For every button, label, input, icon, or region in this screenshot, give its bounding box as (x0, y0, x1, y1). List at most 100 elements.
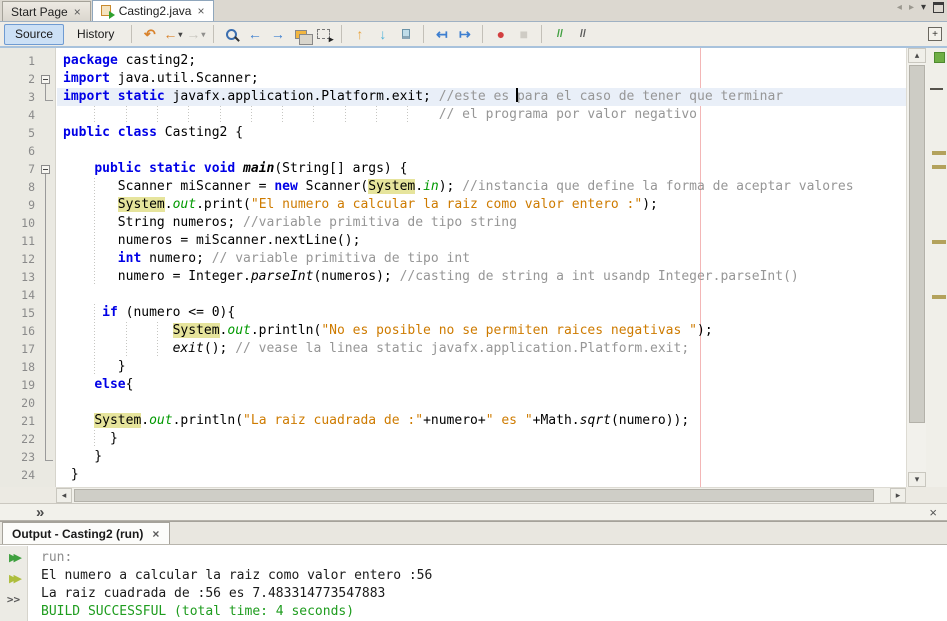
fold-line (45, 304, 46, 322)
line-number: 18 (21, 358, 35, 376)
stop-macro-recording-icon[interactable]: ■ (513, 24, 534, 45)
line-number: 4 (28, 106, 35, 124)
output-tab[interactable]: Output - Casting2 (run) × (2, 522, 170, 544)
find-selection-icon[interactable] (221, 24, 242, 45)
maximize-window-icon[interactable] (933, 2, 944, 13)
code-line-6[interactable] (57, 142, 906, 160)
comment-icon-glyph: // (557, 28, 563, 40)
toggle-highlight-search-icon[interactable] (290, 24, 311, 45)
code-token: public (63, 125, 110, 140)
tab-close-icon[interactable]: × (196, 6, 205, 16)
forward-icon[interactable]: →▾ (185, 24, 206, 45)
scroll-tabs-left-icon[interactable]: ◂ (897, 2, 902, 13)
rerun-icon[interactable]: ▶▶ (4, 550, 24, 565)
uncomment-icon[interactable]: // (572, 24, 593, 45)
scroll-left-icon[interactable]: ◂ (56, 488, 72, 503)
code-line-21[interactable]: System.out.println("La raiz cuadrada de … (57, 412, 906, 430)
code-line-20[interactable] (57, 394, 906, 412)
code-line-11[interactable]: numeros = miScanner.nextLine(); (57, 232, 906, 250)
code-line-9[interactable]: System.out.print("El numero a calcular l… (57, 196, 906, 214)
dropdown-arrow-icon[interactable]: ▾ (201, 30, 205, 39)
tab-list-dropdown-icon[interactable]: ▾ (921, 2, 926, 13)
code-token (63, 413, 94, 428)
previous-bookmark-icon[interactable]: ↑ (349, 24, 370, 45)
code-line-16[interactable]: System.out.println("No es posible no se … (57, 322, 906, 340)
horizontal-scrollbar[interactable]: ◂ ▸ (56, 487, 906, 503)
gutter-row-16: 16 (0, 322, 55, 340)
code-line-23[interactable]: } (57, 448, 906, 466)
vertical-scrollbar-thumb[interactable] (909, 65, 925, 423)
code-line-5[interactable]: public class Casting2 { (57, 124, 906, 142)
line-number: 13 (21, 268, 35, 286)
indent-guide (157, 340, 158, 358)
back-icon[interactable]: ←▾ (162, 24, 183, 45)
scroll-down-icon[interactable]: ▾ (908, 472, 926, 487)
code-token: { (126, 377, 134, 392)
breadcrumb-chevron-icon: » (36, 504, 44, 521)
code-token: void (204, 161, 235, 176)
source-view-button[interactable]: Source (4, 24, 64, 45)
code-line-3[interactable]: import static javafx.application.Platfor… (57, 88, 906, 106)
toolbar-window-icon[interactable]: + (928, 27, 942, 41)
code-line-14[interactable] (57, 286, 906, 304)
error-stripe[interactable] (926, 48, 947, 487)
code-line-1[interactable]: package casting2; (57, 52, 906, 70)
input-prompt-icon[interactable]: >> (4, 592, 24, 607)
breadcrumb-close-icon[interactable]: × (929, 504, 937, 521)
rectangular-selection-icon[interactable] (313, 24, 334, 45)
output-window: Output - Casting2 (run) × ▶▶ ▶▶ >> run:El … (0, 521, 947, 621)
code-line-15[interactable]: if (numero <= 0){ (57, 304, 906, 322)
fold-collapse-icon[interactable] (41, 75, 50, 84)
toggle-bookmark-icon[interactable] (395, 24, 416, 45)
code-token: numero = Integer. (63, 269, 251, 284)
code-token: } (63, 467, 79, 482)
code-line-12[interactable]: int numero; // variable primitiva de tip… (57, 250, 906, 268)
code-line-10[interactable]: String numeros; //variable primitiva de … (57, 214, 906, 232)
fold-collapse-icon[interactable] (41, 165, 50, 174)
find-next-occurrence-icon[interactable]: → (267, 24, 288, 45)
code-line-13[interactable]: numero = Integer.parseInt(numeros); //ca… (57, 268, 906, 286)
code-token (63, 197, 118, 212)
indent-guide (313, 106, 314, 124)
code-line-24[interactable]: } (57, 466, 906, 484)
code-line-17[interactable]: exit(); // vease la linea static javafx.… (57, 340, 906, 358)
shift-line-left-icon[interactable]: ↤ (431, 24, 452, 45)
scroll-right-icon[interactable]: ▸ (890, 488, 906, 503)
start-macro-recording-icon[interactable]: ● (490, 24, 511, 45)
rerun-icon-glyph: ▶▶ (9, 551, 18, 564)
line-number-gutter[interactable]: 123456789101112131415161718192021222324 (0, 48, 56, 487)
tab-close-icon[interactable]: × (73, 7, 82, 17)
jump-last-edit-icon[interactable]: ↶ (139, 24, 160, 45)
gutter-row-21: 21 (0, 412, 55, 430)
code-line-4[interactable]: // el programa por valor negativo (57, 106, 906, 124)
scroll-up-icon[interactable]: ▴ (908, 48, 926, 63)
code-text-area[interactable]: package casting2;import java.util.Scanne… (57, 48, 906, 487)
rerun-with-changes-icon[interactable]: ▶▶ (4, 571, 24, 586)
vertical-scrollbar[interactable]: ▴ ▾ (906, 48, 926, 487)
code-line-7[interactable]: public static void main(String[] args) { (57, 160, 906, 178)
comment-icon[interactable]: // (549, 24, 570, 45)
line-number: 9 (28, 196, 35, 214)
editor-tab-start-page[interactable]: Start Page× (2, 1, 91, 21)
previous-bookmark-icon-glyph: ↑ (356, 26, 363, 42)
horizontal-scrollbar-thumb[interactable] (74, 489, 874, 502)
dropdown-arrow-icon[interactable]: ▾ (178, 30, 182, 39)
next-bookmark-icon[interactable]: ↓ (372, 24, 393, 45)
output-tab-label: Output - Casting2 (run) (12, 527, 143, 541)
code-line-2[interactable]: import java.util.Scanner; (57, 70, 906, 88)
code-line-19[interactable]: else{ (57, 376, 906, 394)
output-tab-close-icon[interactable]: × (151, 529, 160, 539)
shift-line-right-icon[interactable]: ↦ (454, 24, 475, 45)
fold-line (45, 340, 46, 358)
output-text-area[interactable]: run:El numero a calcular la raiz como va… (29, 546, 947, 621)
code-line-18[interactable]: } (57, 358, 906, 376)
history-view-button[interactable]: History (66, 24, 125, 45)
code-line-22[interactable]: } (57, 430, 906, 448)
editor-tab-casting2-java[interactable]: Casting2.java× (92, 0, 215, 21)
find-previous-occurrence-icon[interactable]: ← (244, 24, 265, 45)
gutter-row-3: 3 (0, 88, 55, 106)
scroll-tabs-right-icon[interactable]: ▸ (909, 2, 914, 13)
code-line-8[interactable]: Scanner miScanner = new Scanner(System.i… (57, 178, 906, 196)
fold-line (45, 394, 46, 412)
indent-guide (94, 304, 95, 322)
